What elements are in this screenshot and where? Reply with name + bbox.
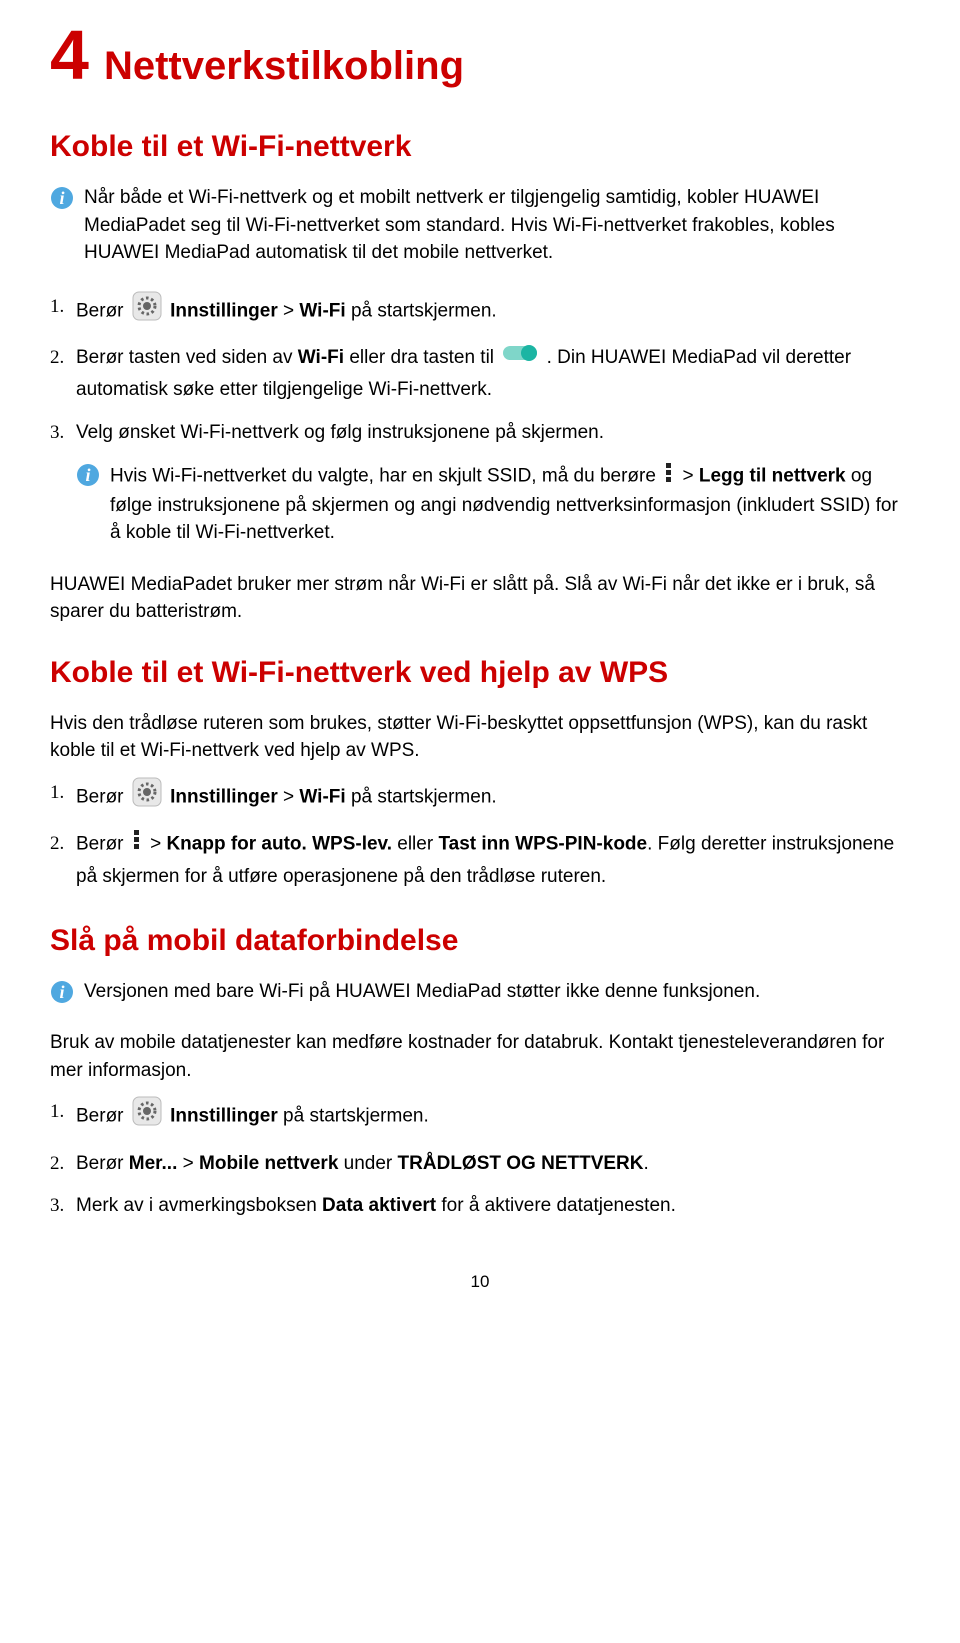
note-text: Hvis Wi-Fi-nettverket du valgte, har en …: [110, 461, 910, 547]
step-item: Berør Innstillinger > Wi-Fi på startskje…: [50, 777, 910, 818]
menu-dots-icon: [664, 461, 674, 492]
note-block: i Versjonen med bare Wi-Fi på HUAWEI Med…: [50, 978, 910, 1018]
heading-wps: Koble til et Wi-Fi-nettverk ved hjelp av…: [50, 656, 910, 690]
step-item: Berør Innstillinger > Wi-Fi på startskje…: [50, 291, 910, 332]
svg-text:i: i: [59, 982, 64, 1002]
info-icon: i: [50, 186, 74, 215]
page-number: 10: [50, 1272, 910, 1292]
svg-text:i: i: [59, 188, 64, 208]
gear-icon: [132, 291, 162, 332]
paragraph: HUAWEI MediaPadet bruker mer strøm når W…: [50, 571, 910, 626]
gear-icon: [132, 1096, 162, 1137]
step-item: Velg ønsket Wi-Fi-nettverk og følg instr…: [50, 417, 910, 449]
info-icon: i: [50, 980, 74, 1009]
steps-list: Berør Innstillinger > Wi-Fi på startskje…: [50, 777, 910, 894]
note-text: Når både et Wi-Fi-nettverk og et mobilt …: [84, 184, 910, 267]
gear-icon: [132, 777, 162, 818]
chapter-number: 4: [50, 20, 89, 90]
info-icon: i: [76, 463, 100, 492]
step-item: Berør > Knapp for auto. WPS-lev. eller T…: [50, 828, 910, 894]
svg-text:i: i: [85, 465, 90, 485]
heading-wifi: Koble til et Wi-Fi-nettverk: [50, 130, 910, 164]
step-item: Berør Innstillinger på startskjermen.: [50, 1096, 910, 1137]
chapter-title: Nettverkstilkobling: [104, 44, 464, 89]
note-block: i Når både et Wi-Fi-nettverk og et mobil…: [50, 184, 910, 279]
note-block: i Hvis Wi-Fi-nettverket du valgte, har e…: [76, 461, 910, 559]
paragraph: Bruk av mobile datatjenester kan medføre…: [50, 1029, 910, 1084]
menu-dots-icon: [132, 828, 142, 861]
heading-mobile-data: Slå på mobil dataforbindelse: [50, 924, 910, 958]
steps-list: Berør Innstillinger > Wi-Fi på startskje…: [50, 291, 910, 449]
step-item: Berør tasten ved siden av Wi-Fi eller dr…: [50, 342, 910, 407]
chapter-header: 4 Nettverkstilkobling: [50, 20, 910, 90]
step-item: Merk av i avmerkingsboksen Data aktivert…: [50, 1190, 910, 1222]
toggle-on-icon: [502, 342, 538, 374]
step-item: Berør Mer... > Mobile nettverk under TRÅ…: [50, 1148, 910, 1180]
steps-list: Berør Innstillinger på startskjermen. Be…: [50, 1096, 910, 1222]
note-text: Versjonen med bare Wi-Fi på HUAWEI Media…: [84, 978, 760, 1006]
paragraph: Hvis den trådløse ruteren som brukes, st…: [50, 710, 910, 765]
